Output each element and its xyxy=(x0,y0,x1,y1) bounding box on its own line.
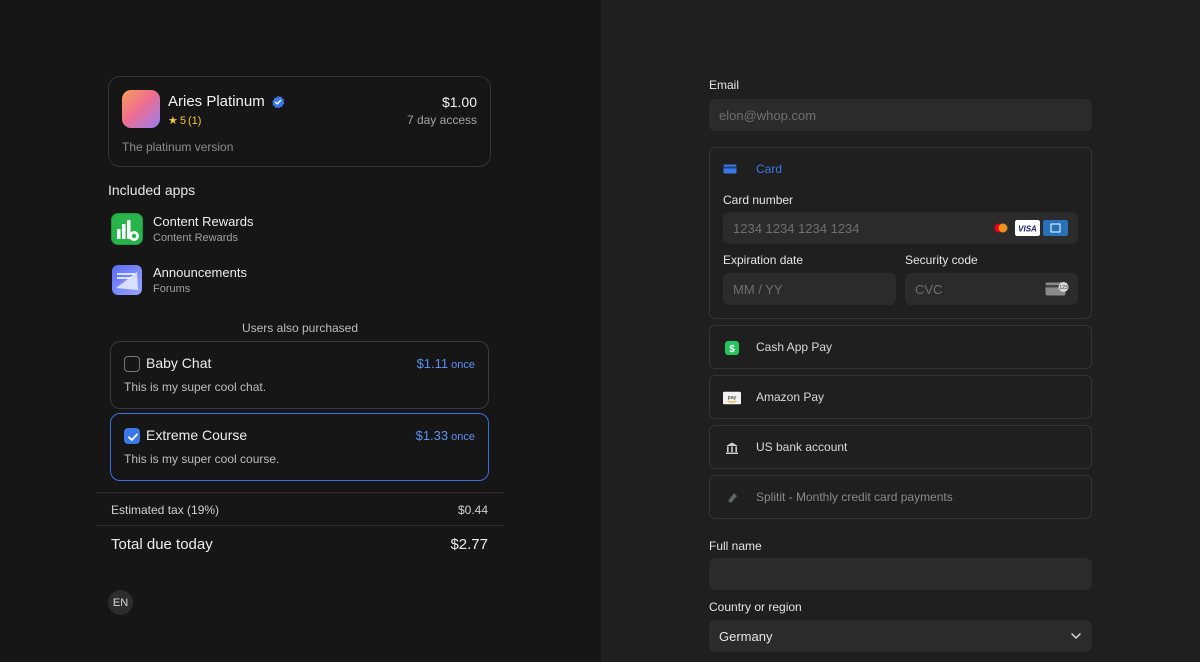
rating-value: 5 xyxy=(179,114,186,127)
expiration-label: Expiration date xyxy=(723,253,804,267)
product-title: Aries Platinum xyxy=(168,93,265,110)
users-also-purchased-heading: Users also purchased xyxy=(241,321,359,335)
tax-label: Estimated tax (19%) xyxy=(111,503,220,517)
email-input[interactable]: elon@whop.com xyxy=(709,99,1092,131)
chevron-down-icon xyxy=(1071,633,1081,639)
language-selector[interactable]: EN xyxy=(108,590,133,615)
verified-badge-icon xyxy=(271,95,285,108)
upsell-description: This is my super cool chat. xyxy=(124,380,267,394)
announcements-icon xyxy=(111,264,143,296)
payment-option-cash-app[interactable]: $ Cash App Pay xyxy=(709,325,1092,369)
full-name-input[interactable] xyxy=(709,558,1092,590)
visa-icon: VISA xyxy=(1015,220,1040,236)
upsell-name: Baby Chat xyxy=(146,355,212,371)
tax-value: $0.44 xyxy=(457,503,488,517)
mastercard-icon xyxy=(994,223,1008,233)
payment-option-label: Amazon Pay xyxy=(756,390,825,404)
rating-count: (1) xyxy=(188,114,202,127)
app-name: Content Rewards xyxy=(153,214,254,229)
upsell-price: $1.11 once xyxy=(417,356,475,371)
email-label: Email xyxy=(709,78,740,92)
included-apps-heading: Included apps xyxy=(108,182,196,198)
upsell-price: $1.33 once xyxy=(416,428,475,443)
card-number-input[interactable]: 1234 1234 1234 1234 VISA xyxy=(723,212,1078,244)
upsell-price-value: $1.11 xyxy=(416,356,449,371)
full-name-label: Full name xyxy=(709,539,762,553)
svg-text:123: 123 xyxy=(1059,285,1068,291)
payment-option-label: Cash App Pay xyxy=(756,340,833,354)
expiration-input[interactable]: MM / YY xyxy=(723,273,896,305)
upsell-price-period: once xyxy=(451,431,475,443)
card-payment-section: Card Card number 1234 1234 1234 1234 VIS… xyxy=(709,147,1092,319)
total-label: Total due today xyxy=(111,536,213,553)
country-selected-value: Germany xyxy=(719,628,773,644)
upsell-checkbox-checked[interactable] xyxy=(124,428,140,444)
country-label: Country or region xyxy=(709,600,802,614)
upsell-price-value: $1.33 xyxy=(415,428,449,443)
order-summary-panel: Aries Platinum ★ 5 (1) $1.00 7 day acces… xyxy=(0,0,601,662)
credit-card-icon xyxy=(723,162,737,180)
check-icon xyxy=(128,433,138,441)
tax-row: Estimated tax (19%) $0.44 xyxy=(111,503,488,517)
payment-option-us-bank[interactable]: US bank account xyxy=(709,425,1092,469)
summary-divider xyxy=(96,492,504,493)
svg-text:VISA: VISA xyxy=(1018,225,1037,234)
amex-icon xyxy=(1043,220,1068,236)
product-logo xyxy=(122,90,160,128)
upsell-extreme-course[interactable]: Extreme Course $1.33 once This is my supe… xyxy=(110,413,489,481)
upsell-checkbox[interactable] xyxy=(124,356,140,372)
included-app-content-rewards: Content Rewards Content Rewards xyxy=(111,213,411,247)
cvc-card-icon: 123 xyxy=(1045,282,1069,296)
upsell-price-period: once xyxy=(451,359,475,371)
product-rating: ★ 5 (1) xyxy=(168,114,202,128)
bank-icon xyxy=(723,439,741,457)
payment-option-label: Splitit - Monthly credit card payments xyxy=(756,490,953,504)
upsell-baby-chat[interactable]: Baby Chat $1.11 once This is my super coo… xyxy=(110,341,489,409)
product-price: $1.00 xyxy=(441,94,477,110)
security-code-input[interactable]: CVC 123 xyxy=(905,273,1078,305)
content-rewards-icon xyxy=(111,213,143,245)
total-row: Total due today $2.77 xyxy=(111,536,488,553)
upsell-name: Extreme Course xyxy=(146,427,248,443)
payment-option-splitit[interactable]: Splitit - Monthly credit card payments xyxy=(709,475,1092,519)
card-number-label: Card number xyxy=(723,193,794,207)
cvc-placeholder: CVC xyxy=(915,281,943,297)
star-icon: ★ xyxy=(168,115,178,127)
tab-card[interactable]: Card xyxy=(756,162,782,176)
included-app-announcements: Announcements Forums xyxy=(111,264,411,298)
security-code-label: Security code xyxy=(905,253,978,267)
card-number-placeholder: 1234 1234 1234 1234 xyxy=(733,220,860,236)
app-type: Forums xyxy=(153,283,191,295)
payment-option-amazon-pay[interactable]: pay Amazon Pay xyxy=(709,375,1092,419)
cash-app-icon: $ xyxy=(723,339,741,357)
product-access-duration: 7 day access xyxy=(406,113,477,127)
product-card: Aries Platinum ★ 5 (1) $1.00 7 day acces… xyxy=(108,76,491,167)
svg-text:pay: pay xyxy=(728,395,737,401)
payment-option-label: US bank account xyxy=(756,440,848,454)
product-title-row: Aries Platinum xyxy=(168,93,285,110)
app-type: Content Rewards xyxy=(153,232,238,244)
splitit-icon xyxy=(723,489,741,507)
country-select[interactable]: Germany xyxy=(709,620,1092,652)
summary-divider xyxy=(96,525,504,526)
total-value: $2.77 xyxy=(450,536,488,553)
upsell-description: This is my super cool course. xyxy=(124,452,280,466)
svg-text:$: $ xyxy=(729,344,735,355)
app-name: Announcements xyxy=(153,265,247,280)
amazon-pay-icon: pay xyxy=(723,389,741,407)
product-description: The platinum version xyxy=(122,140,234,154)
